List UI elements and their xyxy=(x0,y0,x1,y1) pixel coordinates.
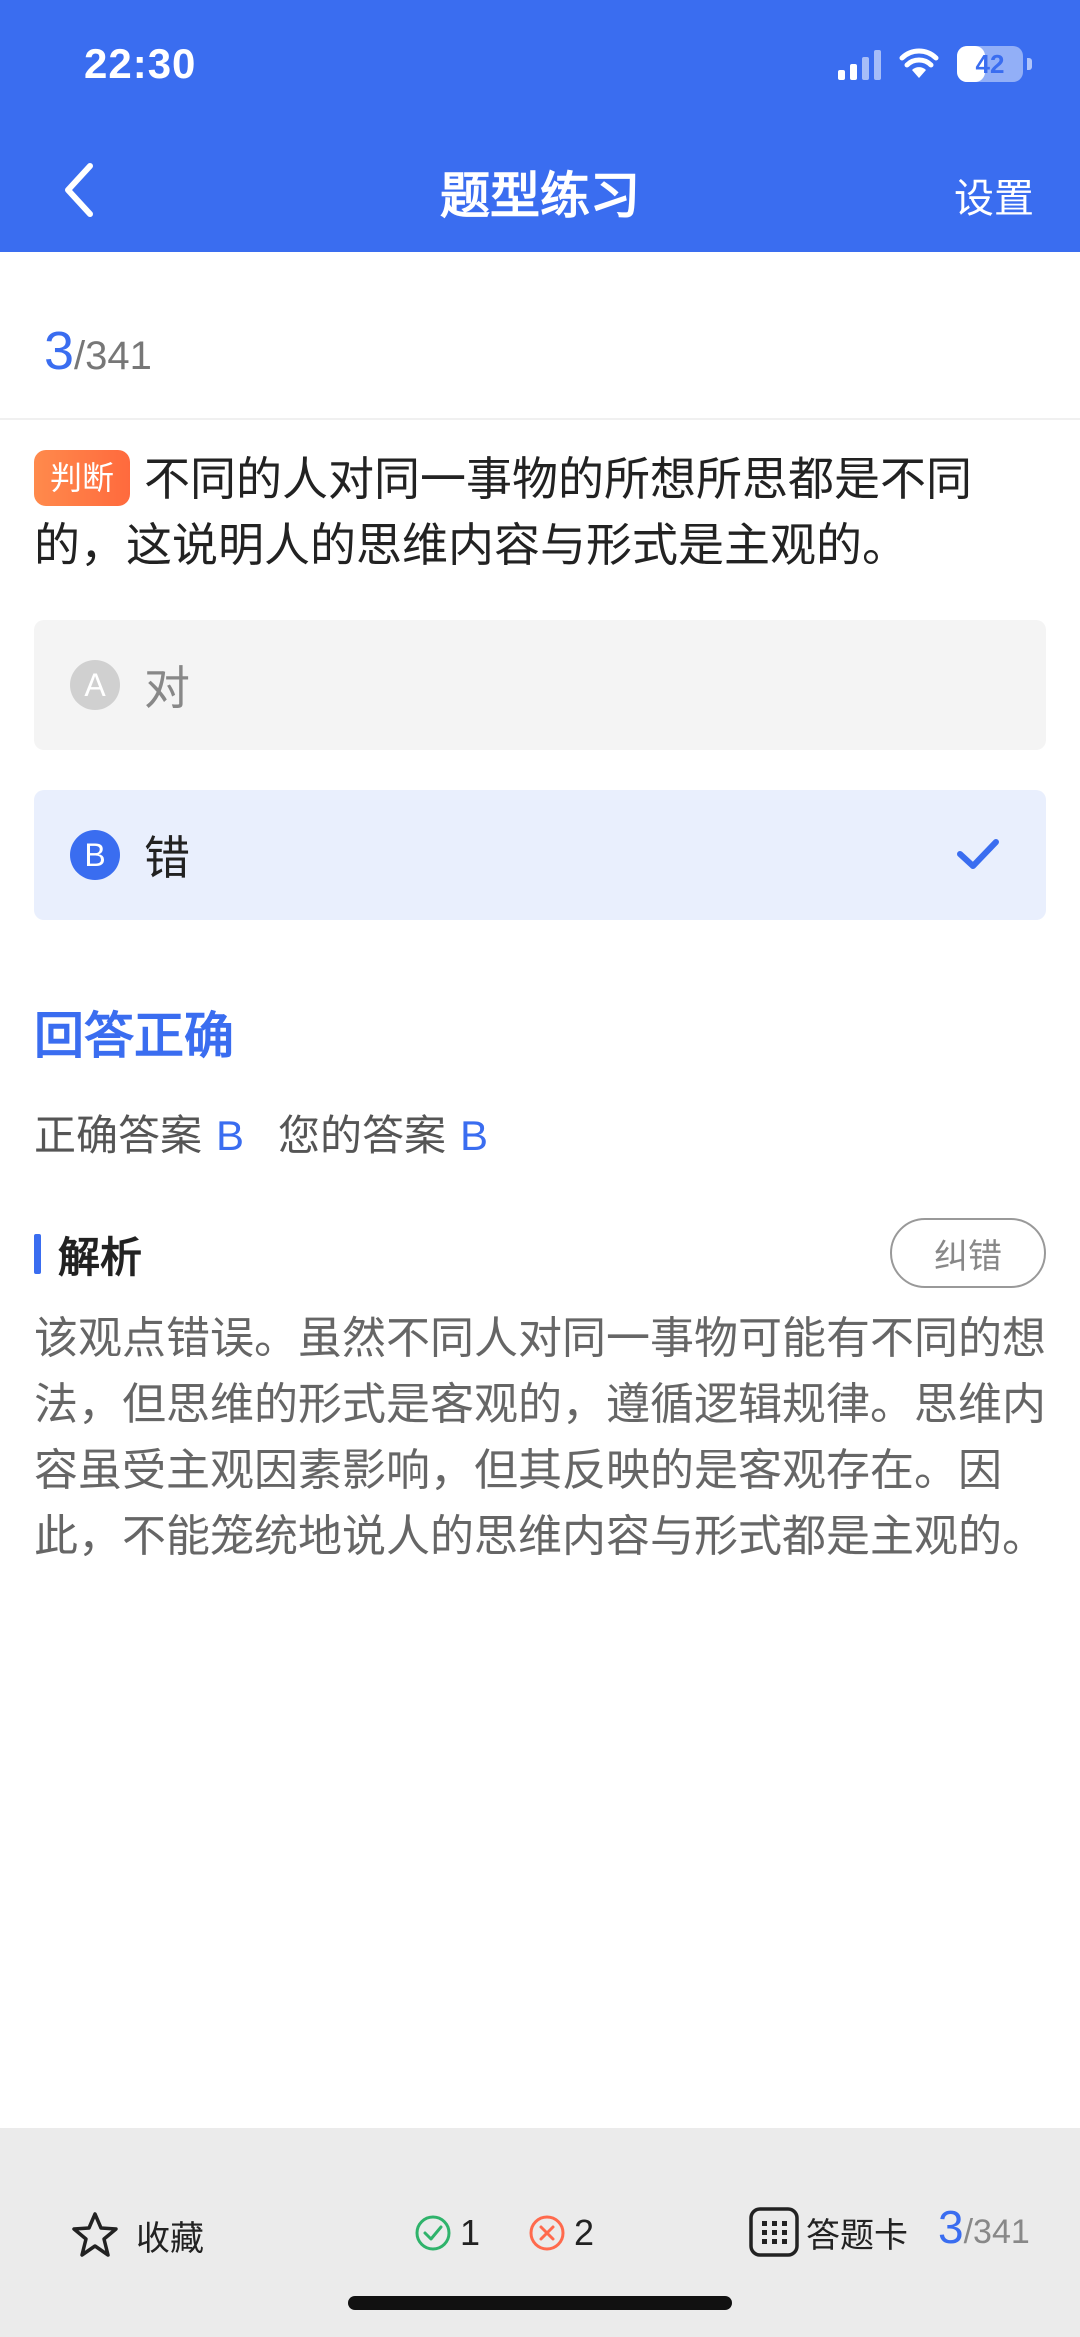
status-icons: 42 xyxy=(838,46,1032,82)
report-error-button[interactable]: 纠错 xyxy=(890,1218,1046,1288)
top-header: 22:30 42 题型练习 设置 xyxy=(0,0,1080,252)
status-time: 22:30 xyxy=(84,40,197,87)
question-type-tag: 判断 xyxy=(34,450,131,506)
question-text: 不同的人对同一事物的所想所思都是不同的，这说明人的思维内容与形式是主观的。 xyxy=(34,452,973,572)
total-questions: /341 xyxy=(74,334,152,378)
grid-icon xyxy=(749,2207,799,2257)
check-circle-icon xyxy=(415,2215,451,2251)
wifi-icon xyxy=(899,48,939,78)
correct-answer-value: B xyxy=(216,1112,245,1159)
correct-answer-label: 正确答案 xyxy=(34,1111,203,1160)
correct-count: 1 xyxy=(414,2212,480,2254)
your-answer-label: 您的答案 xyxy=(278,1111,447,1160)
answer-summary: 正确答案 B 您的答案 B xyxy=(34,1102,488,1163)
battery-icon: 42 xyxy=(957,46,1023,82)
wrong-count: 2 xyxy=(528,2212,594,2254)
checkmark-icon xyxy=(957,839,999,869)
current-question-number: 3 xyxy=(44,321,75,381)
option-letter-badge: B xyxy=(70,830,120,880)
home-indicator[interactable] xyxy=(348,2296,732,2310)
answer-card-button[interactable]: 答题卡 xyxy=(748,2206,908,2258)
analysis-title: 解析 xyxy=(58,1233,143,1282)
x-circle-icon xyxy=(529,2215,565,2251)
answer-card-label: 答题卡 xyxy=(806,2215,908,2256)
question-counter: 3/341 xyxy=(44,320,152,382)
result-status: 回答正确 xyxy=(34,1007,234,1065)
option-b[interactable]: B 错 xyxy=(34,790,1046,920)
option-text: 对 xyxy=(144,661,190,715)
settings-button[interactable]: 设置 xyxy=(954,166,1034,224)
divider xyxy=(0,418,1080,420)
favorite-label: 收藏 xyxy=(136,2218,204,2259)
favorite-button[interactable]: 收藏 xyxy=(70,2210,204,2260)
option-letter-badge: A xyxy=(70,660,120,710)
your-answer-value: B xyxy=(460,1112,489,1159)
option-text: 错 xyxy=(144,831,190,885)
bottom-question-counter: 3/341 xyxy=(938,2201,1030,2253)
star-icon xyxy=(72,2212,118,2257)
section-marker xyxy=(34,1234,41,1274)
cellular-signal-icon xyxy=(838,48,881,80)
page-title: 题型练习 xyxy=(440,167,640,225)
analysis-text: 该观点错误。虽然不同人对同一事物可能有不同的想法，但思维的形式是客观的，遵循逻辑… xyxy=(34,1313,1046,1562)
option-a[interactable]: A 对 xyxy=(34,620,1046,750)
question-stem: 判断 不同的人对同一事物的所想所思都是不同的，这说明人的思维内容与形式是主观的。 xyxy=(34,446,1054,578)
